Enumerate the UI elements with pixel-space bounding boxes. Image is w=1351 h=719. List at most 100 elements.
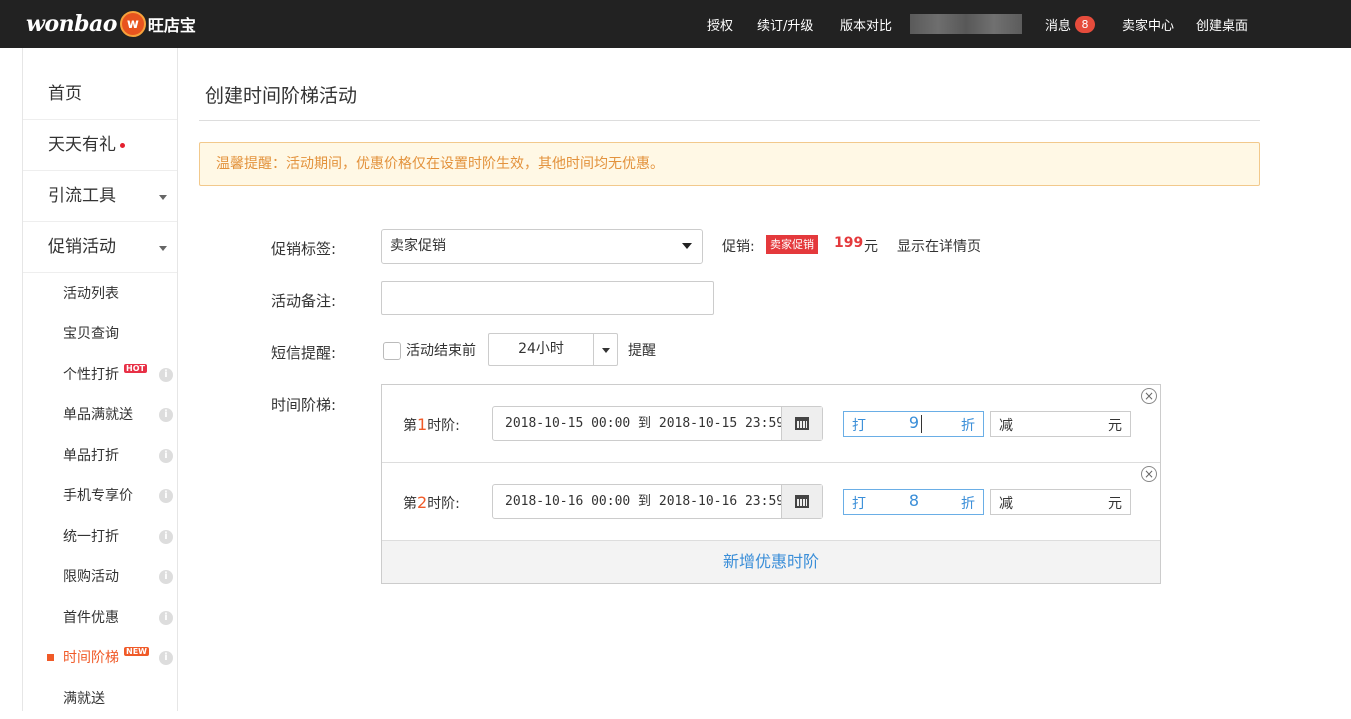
sidebar-sub-label: 限购活动 — [63, 569, 119, 585]
sidebar-item-daily-gift[interactable]: 天天有礼 — [23, 120, 177, 171]
tier-label: 第1时阶: — [403, 415, 460, 435]
sidebar-sub-uniform-discount[interactable]: 统一打折 i — [23, 517, 177, 557]
sms-suffix: 提醒 — [628, 343, 656, 359]
nav-seller-center[interactable]: 卖家中心 — [1122, 15, 1174, 34]
promo-preview-label: 促销: — [722, 239, 755, 255]
sidebar-item-label: 促销活动 — [48, 237, 116, 257]
sidebar-sub-label: 首件优惠 — [63, 610, 119, 626]
promo-tag-select[interactable]: 卖家促销 — [381, 229, 703, 264]
info-icon[interactable]: i — [159, 408, 173, 422]
sidebar-item-home[interactable]: 首页 — [23, 69, 177, 120]
sidebar-sub-label: 宝贝查询 — [63, 326, 119, 342]
caret-down-icon — [682, 243, 692, 249]
date-range-input[interactable]: 2018-10-15 00:00 到 2018-10-15 23:59 — [492, 406, 823, 441]
discount-value: 8 — [908, 491, 920, 510]
top-bar: wonbao w 旺店宝 授权 续订/升级 版本对比 消息 8 卖家中心 创建桌… — [0, 0, 1351, 48]
promo-preview-unit: 元 — [864, 239, 878, 255]
promo-preview-badge: 卖家促销 — [766, 235, 818, 254]
sidebar-sub-single-gift[interactable]: 单品满就送 i — [23, 395, 177, 435]
sidebar-item-label: 天天有礼 — [48, 135, 116, 155]
page-title: 创建时间阶梯活动 — [205, 85, 358, 107]
info-icon[interactable]: i — [159, 530, 173, 544]
remark-input[interactable] — [381, 281, 714, 315]
sms-hours-dropdown-button[interactable] — [593, 334, 617, 365]
promo-preview-note: 显示在详情页 — [897, 239, 981, 255]
sidebar-sub-label: 单品满就送 — [63, 407, 133, 423]
info-icon[interactable]: i — [159, 368, 173, 382]
info-icon[interactable]: i — [159, 489, 173, 503]
caret-down-icon — [602, 348, 610, 353]
sidebar-sub-purchase-limit[interactable]: 限购活动 i — [23, 557, 177, 597]
sms-checkbox-label: 活动结束前 — [406, 343, 476, 359]
calendar-button[interactable] — [781, 485, 822, 518]
sidebar-item-label: 首页 — [48, 84, 82, 104]
tier-label: 第2时阶: — [403, 493, 460, 513]
sidebar-sub-custom-discount[interactable]: 个性打折 HOT i — [23, 355, 177, 395]
discount-input[interactable]: 打 9 折 — [843, 411, 984, 437]
sidebar-sub-label: 单品打折 — [63, 448, 119, 464]
tier-suffix: 时阶: — [427, 418, 460, 434]
info-icon[interactable]: i — [159, 570, 173, 584]
caret-down-icon — [159, 246, 167, 251]
date-range-input[interactable]: 2018-10-16 00:00 到 2018-10-16 23:59 — [492, 484, 823, 519]
logo[interactable]: wonbao w 旺店宝 — [26, 9, 196, 39]
close-icon[interactable]: × — [1141, 466, 1157, 482]
sidebar-sub-label: 手机专享价 — [63, 488, 133, 504]
close-icon[interactable]: × — [1141, 388, 1157, 404]
date-range-value: 2018-10-16 00:00 到 2018-10-16 23:59 — [505, 494, 785, 509]
sidebar-sub-full-gift[interactable]: 满就送 — [23, 679, 177, 719]
hot-tag: HOT — [124, 364, 147, 373]
tier-prefix: 第 — [403, 418, 417, 434]
nav-create-desktop[interactable]: 创建桌面 — [1196, 15, 1248, 34]
sidebar-sub-activity-list[interactable]: 活动列表 — [23, 274, 177, 314]
info-icon[interactable]: i — [159, 449, 173, 463]
nav-compare[interactable]: 版本对比 — [840, 15, 892, 34]
discount-suffix: 折 — [961, 418, 975, 434]
nav-messages-label: 消息 — [1045, 18, 1072, 34]
sidebar-sub-label: 满就送 — [63, 691, 105, 707]
new-dot-icon — [120, 142, 125, 148]
calendar-button[interactable] — [781, 407, 822, 440]
sidebar-sub-single-discount[interactable]: 单品打折 i — [23, 436, 177, 476]
nav-renew[interactable]: 续订/升级 — [757, 15, 813, 34]
discount-input[interactable]: 打 8 折 — [843, 489, 984, 515]
sidebar-sub-label: 活动列表 — [63, 286, 119, 302]
logo-badge-icon: w — [119, 11, 146, 37]
sms-checkbox[interactable] — [383, 342, 401, 360]
sidebar-sub-time-ladder[interactable]: 时间阶梯 NEW i — [23, 638, 177, 678]
promo-tag-value: 卖家促销 — [390, 238, 446, 254]
sidebar-sub-first-item[interactable]: 首件优惠 i — [23, 598, 177, 638]
message-count-badge: 8 — [1075, 15, 1096, 33]
sidebar-sub-item-query[interactable]: 宝贝查询 — [23, 314, 177, 354]
reduce-suffix: 元 — [1108, 496, 1122, 512]
sms-hours-select[interactable]: 24小时 — [488, 333, 618, 366]
promo-preview-price: 199 — [834, 235, 864, 251]
calendar-icon — [795, 495, 809, 508]
nav-messages[interactable]: 消息 8 — [1045, 0, 1096, 48]
calendar-icon — [795, 417, 809, 430]
info-icon[interactable]: i — [159, 611, 173, 625]
sidebar-item-label: 引流工具 — [48, 186, 116, 206]
divider — [199, 120, 1260, 121]
info-icon[interactable]: i — [159, 651, 173, 665]
discount-prefix: 打 — [852, 496, 866, 512]
sidebar-sub-mobile-price[interactable]: 手机专享价 i — [23, 476, 177, 516]
tier-suffix: 时阶: — [427, 496, 460, 512]
nav-auth[interactable]: 授权 — [707, 15, 733, 34]
discount-suffix: 折 — [961, 496, 975, 512]
sidebar: 首页 天天有礼 引流工具 促销活动 活动列表 宝贝查询 个性打折 HOT i 单… — [22, 48, 178, 711]
date-range-value: 2018-10-15 00:00 到 2018-10-15 23:59 — [505, 416, 785, 431]
logo-wordmark: wonbao — [26, 11, 117, 37]
reduce-input[interactable]: 减 元 — [990, 411, 1131, 437]
discount-prefix: 打 — [852, 418, 866, 434]
add-tier-button[interactable]: 新增优惠时阶 — [382, 541, 1160, 583]
blurred-username — [910, 14, 1022, 34]
reduce-input[interactable]: 减 元 — [990, 489, 1131, 515]
sidebar-item-promotions[interactable]: 促销活动 — [23, 222, 177, 273]
sidebar-item-traffic-tools[interactable]: 引流工具 — [23, 171, 177, 222]
notice-banner: 温馨提醒：活动期间，优惠价格仅在设置时阶生效，其他时间均无优惠。 — [199, 142, 1260, 186]
discount-value: 9 — [908, 413, 920, 432]
reduce-prefix: 减 — [999, 496, 1013, 512]
sidebar-sub-label: 个性打折 — [63, 367, 119, 383]
tier-number: 1 — [417, 415, 428, 434]
